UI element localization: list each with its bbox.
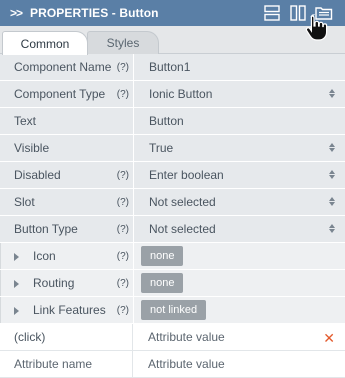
visible-select[interactable]: True (133, 135, 345, 161)
property-label: Component Name (14, 60, 112, 74)
attribute-name-field[interactable]: Attribute name (0, 351, 133, 377)
component-type-select[interactable]: Ionic Button (133, 81, 345, 107)
panel-header: >> PROPERTIES - Button (0, 0, 345, 26)
disabled-select[interactable]: Enter boolean (133, 162, 345, 188)
attribute-name-placeholder: Attribute name (14, 357, 93, 371)
layout-rows-icon[interactable] (261, 3, 283, 23)
property-value: True (149, 141, 174, 155)
property-row-button-type: Button Type (?) Not selected (0, 216, 345, 243)
help-icon[interactable]: (?) (117, 224, 129, 235)
properties-grid: Component Name (?) Button1 Component Type… (0, 54, 345, 378)
section-icon[interactable]: Icon (?) none (0, 243, 345, 270)
status-badge: none (141, 273, 184, 293)
property-value: Not selected (149, 195, 216, 209)
help-icon[interactable]: (?) (117, 170, 129, 181)
section-label: Link Features (33, 303, 106, 317)
help-icon[interactable]: (?) (117, 89, 129, 100)
section-link-features[interactable]: Link Features (?) not linked (0, 297, 345, 324)
section-label: Icon (33, 249, 56, 263)
property-value: Button (149, 114, 184, 128)
tab-common[interactable]: Common (2, 31, 88, 55)
dropdown-arrows-icon (329, 224, 335, 233)
property-row-text: Text Button (0, 108, 345, 135)
dropdown-arrows-icon (329, 197, 335, 206)
status-badge: none (141, 246, 184, 266)
help-icon[interactable]: (?) (117, 278, 129, 289)
dropdown-arrows-icon (329, 170, 335, 179)
property-label: Button Type (14, 222, 78, 236)
tab-styles[interactable]: Styles (87, 31, 159, 54)
property-label: Text (14, 114, 37, 128)
expand-caret-icon[interactable] (14, 280, 19, 288)
attribute-row: (click) Attribute value ✕ (0, 324, 345, 351)
property-row-slot: Slot (?) Not selected (0, 189, 345, 216)
status-badge: not linked (141, 300, 207, 320)
tab-bar: Styles Common (0, 26, 345, 55)
property-label: Disabled (14, 168, 61, 182)
help-icon[interactable]: (?) (117, 305, 129, 316)
component-name-field[interactable]: Button1 (133, 54, 345, 80)
help-icon[interactable]: (?) (117, 251, 129, 262)
property-label: Visible (14, 141, 50, 155)
section-label: Routing (33, 276, 75, 290)
property-row-disabled: Disabled (?) Enter boolean (0, 162, 345, 189)
property-label: Slot (14, 195, 35, 209)
expand-caret-icon[interactable] (14, 307, 19, 315)
attribute-value-placeholder: Attribute value (148, 330, 225, 344)
dropdown-arrows-icon (329, 89, 335, 98)
button-type-select[interactable]: Not selected (133, 216, 345, 242)
property-row-component-type: Component Type (?) Ionic Button (0, 81, 345, 108)
property-row-component-name: Component Name (?) Button1 (0, 54, 345, 81)
remove-attribute-icon[interactable]: ✕ (323, 330, 335, 347)
attribute-value-field[interactable]: Attribute value ✕ (133, 324, 345, 350)
attribute-name: (click) (14, 330, 46, 344)
attribute-name-field[interactable]: (click) (0, 324, 133, 350)
property-label: Component Type (14, 87, 106, 101)
attribute-row-new: Attribute name Attribute value (0, 351, 345, 378)
slot-select[interactable]: Not selected (133, 189, 345, 215)
property-value: Enter boolean (149, 168, 224, 182)
section-routing[interactable]: Routing (?) none (0, 270, 345, 297)
help-icon[interactable]: (?) (117, 62, 129, 73)
attribute-value-field[interactable]: Attribute value (133, 351, 345, 377)
collapse-panel-button[interactable]: >> (0, 6, 30, 20)
expand-caret-icon[interactable] (14, 253, 19, 261)
dropdown-arrows-icon (329, 143, 335, 152)
property-row-visible: Visible True (0, 135, 345, 162)
property-value: Not selected (149, 222, 216, 236)
property-value: Button1 (149, 60, 191, 74)
panel-title: PROPERTIES - Button (30, 6, 159, 20)
hand-cursor-icon (305, 14, 329, 42)
attribute-value-placeholder: Attribute value (148, 357, 225, 371)
property-value: Ionic Button (149, 87, 213, 101)
help-icon[interactable]: (?) (117, 197, 129, 208)
text-field[interactable]: Button (133, 108, 345, 134)
